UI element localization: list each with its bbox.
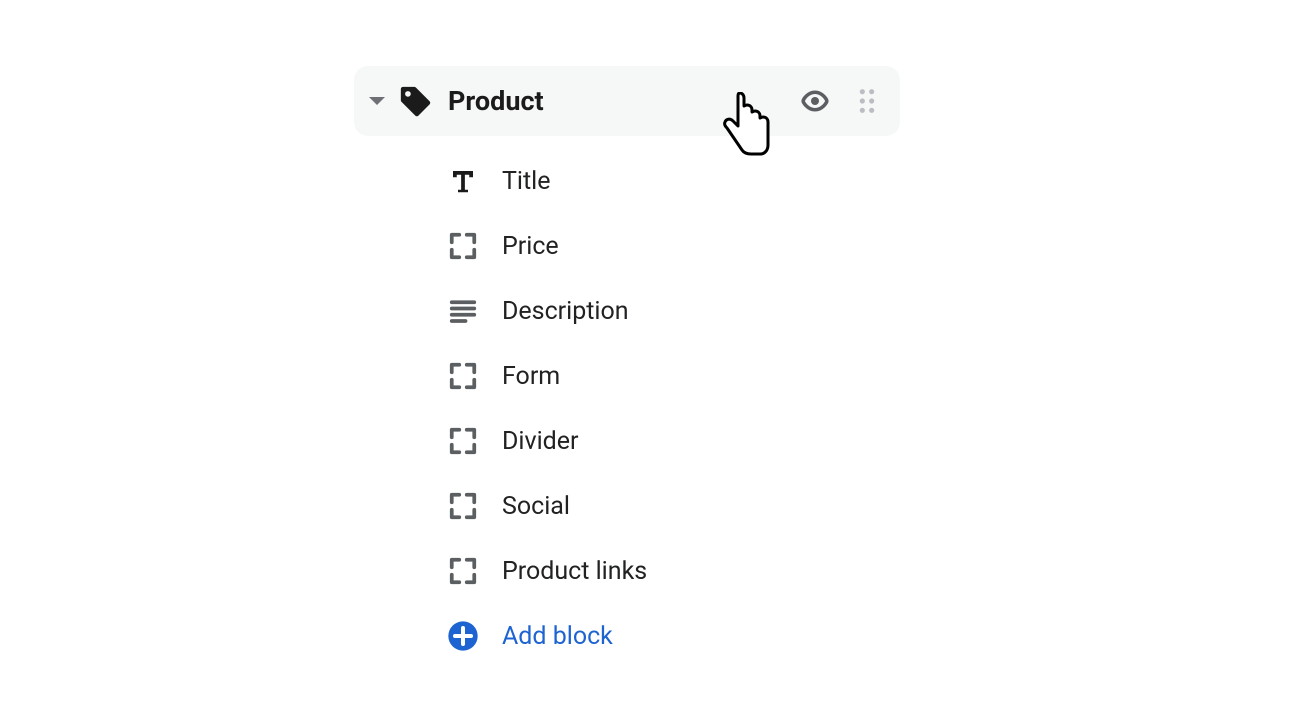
section-panel: Product [354, 66, 900, 674]
section-label: Product [448, 85, 800, 117]
block-label: Product links [502, 557, 647, 586]
block-label: Form [502, 362, 560, 391]
add-block-label: Add block [502, 622, 613, 651]
plus-circle-icon [446, 619, 480, 653]
placeholder-icon [446, 424, 480, 458]
block-item-description[interactable]: Description [446, 284, 900, 338]
placeholder-icon [446, 554, 480, 588]
placeholder-icon [446, 489, 480, 523]
paragraph-icon [446, 294, 480, 328]
block-label: Title [502, 167, 551, 196]
block-item-price[interactable]: Price [446, 219, 900, 273]
add-block-button[interactable]: Add block [446, 609, 900, 663]
block-label: Social [502, 492, 570, 521]
block-item-product-links[interactable]: Product links [446, 544, 900, 598]
section-header-product[interactable]: Product [354, 66, 900, 136]
block-label: Price [502, 232, 559, 261]
block-item-form[interactable]: Form [446, 349, 900, 403]
block-item-title[interactable]: Title [446, 154, 900, 208]
placeholder-icon [446, 359, 480, 393]
placeholder-icon [446, 229, 480, 263]
visibility-toggle-icon[interactable] [800, 86, 830, 116]
block-label: Description [502, 297, 629, 326]
block-item-social[interactable]: Social [446, 479, 900, 533]
tag-icon [398, 84, 432, 118]
text-icon [446, 164, 480, 198]
section-actions [800, 86, 882, 116]
drag-handle-icon[interactable] [852, 86, 882, 116]
expand-chevron-icon[interactable] [366, 90, 388, 112]
block-list: Title Price Description [354, 136, 900, 663]
block-item-divider[interactable]: Divider [446, 414, 900, 468]
block-label: Divider [502, 427, 579, 456]
